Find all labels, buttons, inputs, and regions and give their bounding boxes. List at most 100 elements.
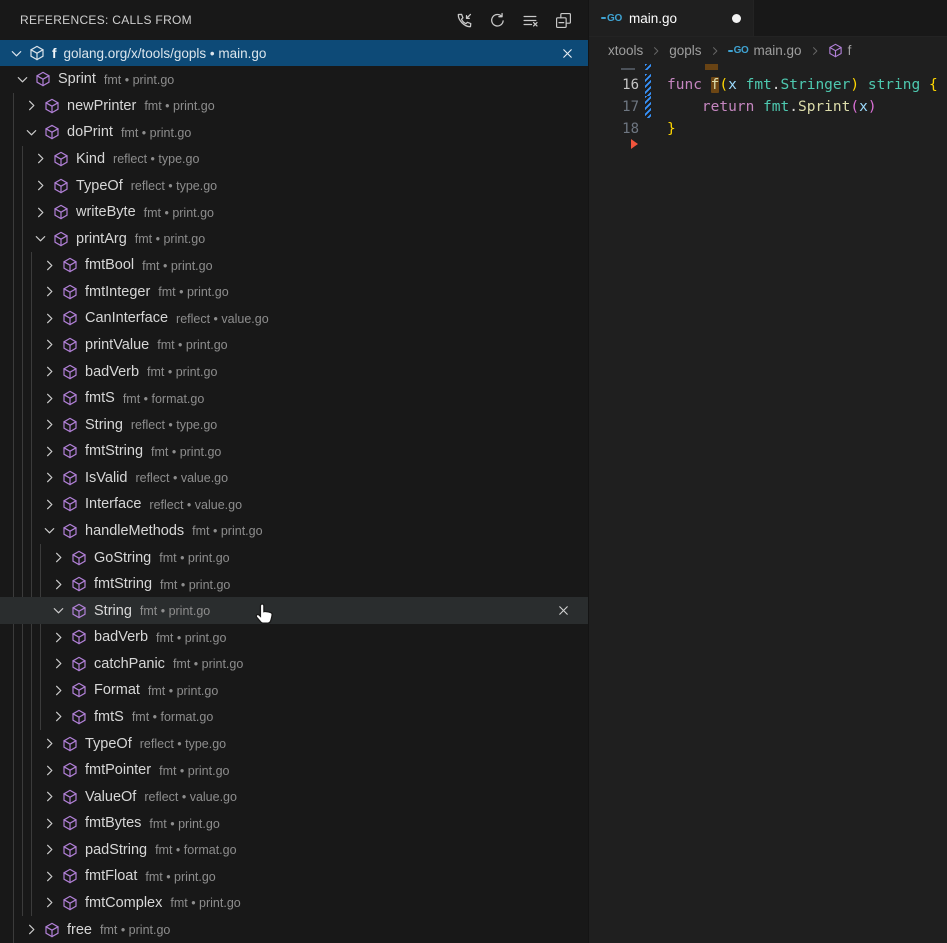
chevron-right-icon[interactable]	[23, 98, 39, 114]
chevron-right-icon[interactable]	[50, 682, 66, 698]
chevron-right-icon[interactable]	[41, 868, 57, 884]
chevron-right-icon[interactable]	[41, 443, 57, 459]
symbol-method-icon	[62, 443, 78, 459]
tree-row-String[interactable]: Stringreflect • type.go	[0, 411, 588, 438]
tree-row-IsValid[interactable]: IsValidreflect • value.go	[0, 465, 588, 492]
breadcrumb-item-gopls[interactable]: gopls	[669, 43, 701, 58]
tree-row-Interface[interactable]: Interfacereflect • value.go	[0, 491, 588, 518]
row-detail: fmt • print.go	[148, 683, 218, 698]
chevron-right-icon[interactable]	[50, 550, 66, 566]
code-text: func f(x fmt.Stringer) string {	[651, 77, 938, 93]
chevron-right-icon[interactable]	[32, 178, 48, 194]
tree-root-header[interactable]: f golang.org/x/tools/gopls • main.go	[0, 40, 588, 66]
chevron-down-icon[interactable]	[23, 124, 39, 140]
tree-row-TypeOf[interactable]: TypeOfreflect • type.go	[0, 172, 588, 199]
tree-row-String[interactable]: Stringfmt • print.go	[0, 597, 588, 624]
chevron-right-icon[interactable]	[50, 629, 66, 645]
chevron-right-icon[interactable]	[41, 364, 57, 380]
row-label: badVerb	[85, 364, 139, 380]
tab-main-go[interactable]: GO main.go	[589, 0, 754, 36]
symbol-method-icon	[62, 762, 78, 778]
breadcrumb-item-xtools[interactable]: xtools	[608, 43, 643, 58]
tree-row-doPrint[interactable]: doPrintfmt • print.go	[0, 119, 588, 146]
call-hierarchy-tree[interactable]: Sprintfmt • print.gonewPrinterfmt • prin…	[0, 66, 588, 943]
tree-row-Kind[interactable]: Kindreflect • type.go	[0, 146, 588, 173]
tree-row-fmtString[interactable]: fmtStringfmt • print.go	[0, 571, 588, 598]
close-icon[interactable]	[554, 602, 572, 620]
tree-row-fmtS[interactable]: fmtSfmt • format.go	[0, 704, 588, 731]
chevron-down-icon[interactable]	[32, 231, 48, 247]
chevron-right-icon[interactable]	[41, 895, 57, 911]
symbol-method-icon	[62, 815, 78, 831]
chevron-right-icon[interactable]	[41, 842, 57, 858]
chevron-down-icon[interactable]	[14, 71, 30, 87]
tree-row-fmtString[interactable]: fmtStringfmt • print.go	[0, 438, 588, 465]
tree-row-badVerb[interactable]: badVerbfmt • print.go	[0, 358, 588, 385]
breadcrumb-item-main.go[interactable]: GOmain.go	[728, 43, 802, 58]
chevron-right-icon[interactable]	[41, 815, 57, 831]
tree-row-fmtS[interactable]: fmtSfmt • format.go	[0, 385, 588, 412]
tree-row-fmtBool[interactable]: fmtBoolfmt • print.go	[0, 252, 588, 279]
chevron-right-icon[interactable]	[41, 390, 57, 406]
tree-row-free[interactable]: free fmt • print.go	[0, 916, 588, 943]
panel-toolbar	[453, 9, 574, 31]
tree-row-printValue[interactable]: printValuefmt • print.go	[0, 332, 588, 359]
tree-row-printArg[interactable]: printArgfmt • print.go	[0, 225, 588, 252]
row-label: free	[67, 922, 92, 938]
chevron-right-icon[interactable]	[50, 576, 66, 592]
row-label: handleMethods	[85, 523, 184, 539]
row-label: TypeOf	[85, 736, 132, 752]
row-label: GoString	[94, 550, 151, 566]
refresh-icon[interactable]	[486, 9, 508, 31]
tree-row-fmtPointer[interactable]: fmtPointerfmt • print.go	[0, 757, 588, 784]
tree-row-fmtInteger[interactable]: fmtIntegerfmt • print.go	[0, 279, 588, 306]
chevron-right-icon[interactable]	[41, 310, 57, 326]
tree-row-Format[interactable]: Formatfmt • print.go	[0, 677, 588, 704]
chevron-down-icon[interactable]	[41, 523, 57, 539]
clear-results-icon[interactable]	[519, 9, 541, 31]
code-editor[interactable]: 16func f(x fmt.Stringer) string {17 retu…	[589, 64, 947, 140]
tree-row-handleMethods[interactable]: handleMethodsfmt • print.go	[0, 518, 588, 545]
row-label: newPrinter	[67, 98, 136, 114]
tree-row-fmtFloat[interactable]: fmtFloatfmt • print.go	[0, 863, 588, 890]
symbol-method-icon	[53, 204, 69, 220]
chevron-right-icon[interactable]	[41, 762, 57, 778]
unsaved-changes-dot[interactable]	[732, 14, 741, 23]
tree-row-newPrinter[interactable]: newPrinterfmt • print.go	[0, 93, 588, 120]
chevron-right-icon[interactable]	[23, 922, 39, 938]
tree-row-TypeOf[interactable]: TypeOfreflect • type.go	[0, 730, 588, 757]
tree-row-catchPanic[interactable]: catchPanicfmt • print.go	[0, 651, 588, 678]
chevron-right-icon[interactable]	[41, 470, 57, 486]
collapse-all-icon[interactable]	[552, 9, 574, 31]
chevron-right-icon[interactable]	[41, 496, 57, 512]
tree-row-badVerb[interactable]: badVerbfmt • print.go	[0, 624, 588, 651]
tree-row-ValueOf[interactable]: ValueOfreflect • value.go	[0, 783, 588, 810]
tree-row-Sprint[interactable]: Sprintfmt • print.go	[0, 66, 588, 93]
line-number: 16	[589, 77, 639, 93]
tree-row-writeByte[interactable]: writeBytefmt • print.go	[0, 199, 588, 226]
row-detail: fmt • print.go	[140, 603, 210, 618]
breadcrumb-item-f[interactable]: f	[828, 43, 852, 58]
chevron-right-icon[interactable]	[41, 789, 57, 805]
tree-row-fmtComplex[interactable]: fmtComplexfmt • print.go	[0, 890, 588, 917]
chevron-down-icon[interactable]	[8, 45, 24, 61]
chevron-right-icon[interactable]	[32, 151, 48, 167]
chevron-right-icon[interactable]	[50, 709, 66, 725]
chevron-right-icon[interactable]	[32, 204, 48, 220]
chevron-right-icon[interactable]	[41, 257, 57, 273]
chevron-right-icon[interactable]	[50, 656, 66, 672]
tree-row-CanInterface[interactable]: CanInterfacereflect • value.go	[0, 305, 588, 332]
chevron-right-icon[interactable]	[41, 284, 57, 300]
chevron-right-icon[interactable]	[41, 736, 57, 752]
references-panel: REFERENCES: CALLS FROM f golang.org/x/to…	[0, 0, 588, 943]
call-incoming-icon[interactable]	[453, 9, 475, 31]
row-detail: fmt • print.go	[100, 922, 170, 937]
close-icon[interactable]	[558, 44, 576, 62]
tree-row-fmtBytes[interactable]: fmtBytesfmt • print.go	[0, 810, 588, 837]
chevron-right-icon[interactable]	[41, 337, 57, 353]
chevron-right-icon[interactable]	[41, 417, 57, 433]
tree-row-GoString[interactable]: GoStringfmt • print.go	[0, 544, 588, 571]
row-detail: reflect • value.go	[135, 470, 228, 485]
tree-row-padString[interactable]: padStringfmt • format.go	[0, 837, 588, 864]
chevron-down-icon[interactable]	[50, 603, 66, 619]
